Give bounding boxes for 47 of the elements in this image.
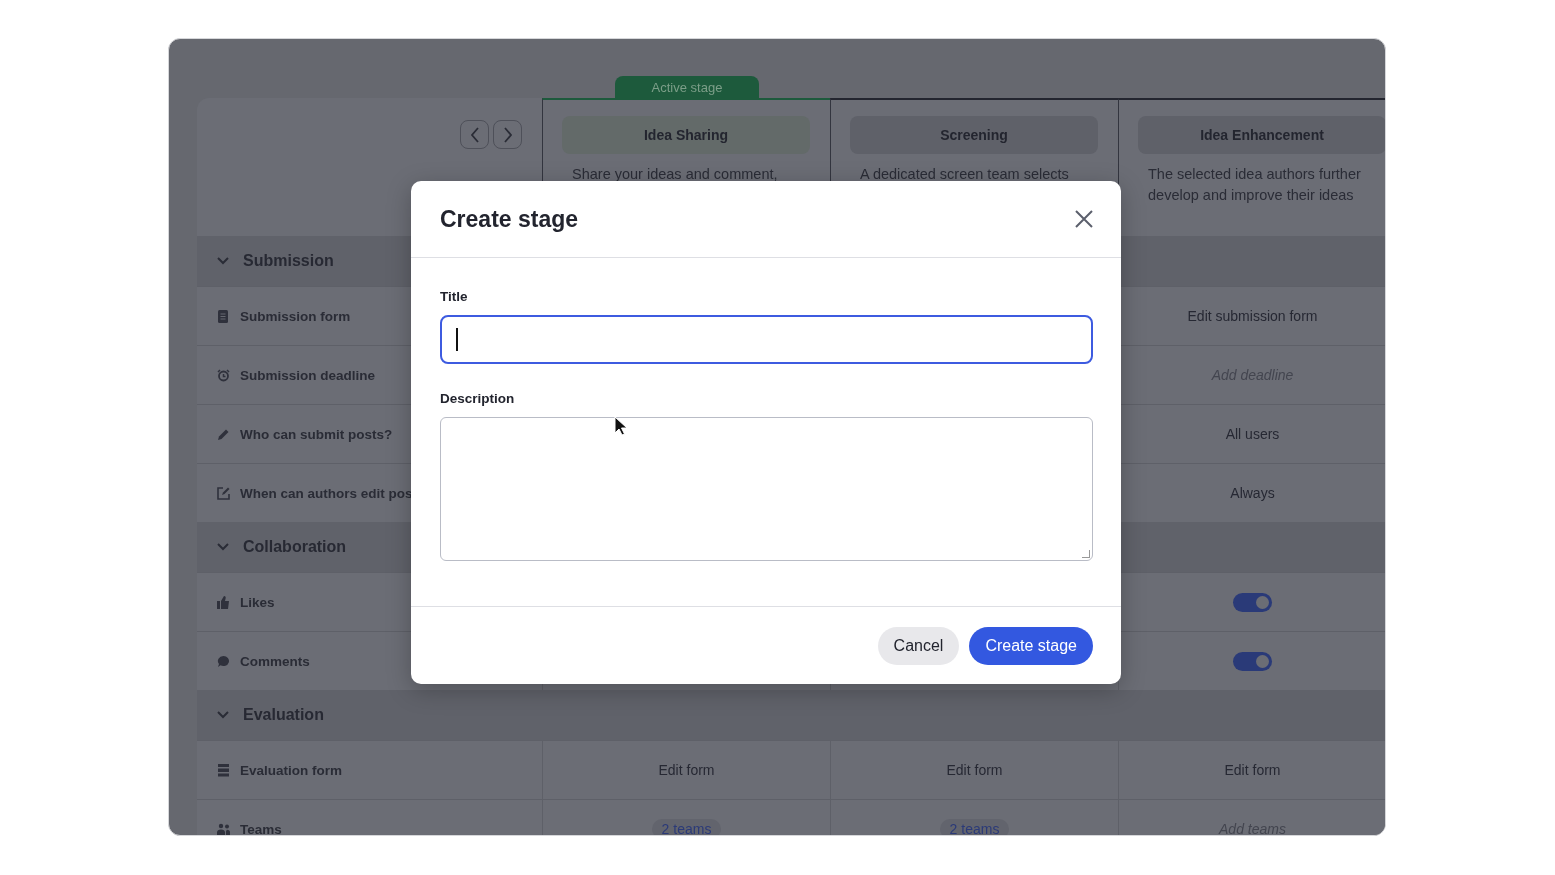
chevron-left-icon: [469, 126, 480, 143]
value-link[interactable]: Edit submission form: [1187, 308, 1318, 324]
active-stage-tag: Active stage: [615, 76, 759, 98]
stage-title[interactable]: Idea Enhancement: [1138, 116, 1385, 154]
next-button[interactable]: [493, 120, 522, 149]
setting-label: Evaluation form: [240, 762, 342, 778]
stage-title[interactable]: Idea Sharing: [562, 116, 810, 154]
cancel-button[interactable]: Cancel: [877, 626, 960, 665]
setting-label: Submission form: [240, 308, 351, 324]
stage-description: A dedicated screen team selects: [859, 165, 1070, 184]
description-field[interactable]: [440, 417, 1093, 561]
setting-label: Who can submit posts?: [240, 426, 393, 442]
pointer-cursor-icon: [614, 416, 627, 436]
dialog-title: Create stage: [440, 205, 579, 233]
stage-title[interactable]: Screening: [850, 116, 1098, 154]
field-label: Description: [440, 391, 516, 406]
setting-label: Submission deadline: [240, 367, 376, 383]
create-button[interactable]: Create stage: [969, 626, 1093, 665]
stage-description: The selected idea authors further develop and improve their ideas: [1147, 165, 1362, 205]
setting-label: When can authors edit pos: [240, 485, 413, 501]
section-title[interactable]: Submission: [243, 252, 334, 270]
document-icon: [217, 309, 230, 323]
previous-button[interactable]: [460, 120, 489, 149]
thumbs-up-icon: [217, 595, 230, 609]
value-link[interactable]: All users: [1225, 426, 1280, 442]
toggle-switch[interactable]: [1233, 592, 1272, 612]
people-icon: [217, 822, 230, 835]
value-link[interactable]: Edit form: [1224, 762, 1281, 778]
setting-label: Teams: [240, 821, 282, 835]
section-title[interactable]: Collaboration: [243, 538, 347, 556]
alarm-clock-icon: [217, 368, 230, 382]
pencil-icon: [217, 427, 230, 441]
value-link[interactable]: Always: [1230, 485, 1275, 501]
value-link[interactable]: Edit form: [658, 762, 715, 778]
setting-label: Likes: [240, 594, 275, 610]
speech-bubble-icon: [217, 654, 230, 668]
form-icon: [217, 763, 230, 777]
setting-label: Comments: [240, 653, 310, 669]
section-title[interactable]: Evaluation: [243, 706, 324, 724]
close-icon: [1075, 210, 1093, 228]
value-link[interactable]: Edit form: [946, 762, 1003, 778]
chevron-right-icon: [502, 126, 513, 143]
field-label: Title: [440, 289, 469, 304]
edit-icon: [217, 486, 230, 500]
stage-description: Share your ideas and comment,: [571, 165, 779, 184]
toggle-switch[interactable]: [1233, 651, 1272, 671]
title-field[interactable]: [440, 315, 1093, 364]
